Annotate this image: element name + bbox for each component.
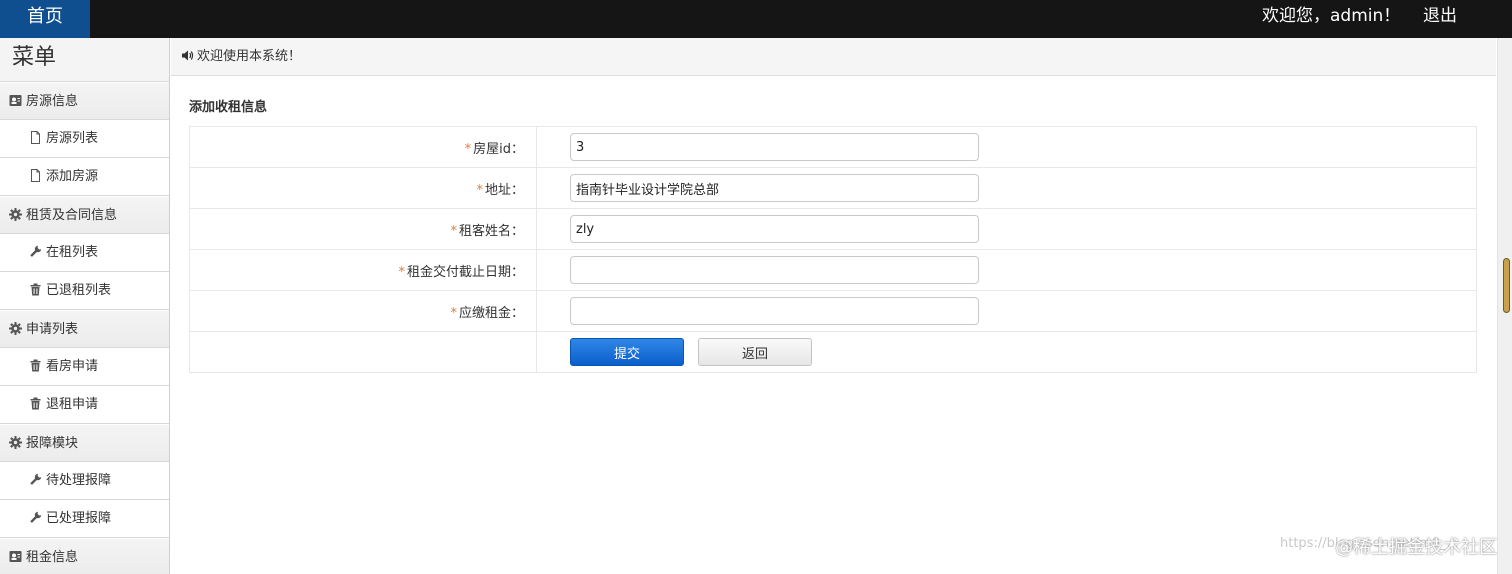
required-mark: * [464,141,472,157]
scrollbar-thumb[interactable] [1503,258,1510,313]
gear-icon [9,322,22,335]
menu-title: 菜单 [0,38,169,82]
rent-amount-input[interactable] [570,297,979,325]
contact-card-icon [9,95,22,106]
required-mark: * [476,182,483,198]
gear-icon [9,208,22,221]
sidebar-section-repairs[interactable]: 报障模块 [0,424,169,462]
sidebar-section-label: 租金信息 [26,550,79,565]
document-icon [31,131,40,144]
due-date-input[interactable] [570,256,979,284]
sidebar-item-active-leases[interactable]: 在租列表 [0,234,169,272]
welcome-bar: 欢迎使用本系统！ [171,38,1496,76]
wrench-icon [30,511,42,523]
field-label: 房屋id： [473,141,524,157]
sidebar-section-label: 房源信息 [26,94,79,109]
rent-form: *房屋id： *地址： *租客姓名： *租金交付截止日期： *应缴租金： 提交返… [189,126,1477,373]
sidebar-item-label: 退租申请 [46,397,99,412]
sidebar-item-listing-list[interactable]: 房源列表 [0,120,169,158]
trash-icon [30,359,41,372]
sidebar-item-termination-requests[interactable]: 退租申请 [0,386,169,424]
top-navbar: 首页 欢迎您，admin！ 退出 [0,0,1512,38]
sidebar-item-label: 待处理报障 [46,473,112,488]
wrench-icon [30,245,42,257]
sidebar-item-viewing-requests[interactable]: 看房申请 [0,348,169,386]
form-row-rent-amount: * 应缴租金： [189,290,1477,332]
contact-card-icon [9,551,22,562]
tenant-name-input[interactable] [570,215,979,243]
wrench-icon [30,473,42,485]
sidebar-section-applications[interactable]: 申请列表 [0,310,169,348]
sidebar-item-label: 看房申请 [46,359,99,374]
sidebar-item-add-listing[interactable]: 添加房源 [0,158,169,196]
sidebar-item-label: 已退租列表 [46,283,112,298]
sidebar-section-listings[interactable]: 房源信息 [0,82,169,120]
sidebar-item-label: 房源列表 [46,131,99,146]
sidebar: 菜单 房源信息 房源列表 添加房源 租赁及合同信息 在租列表 已退租列表 申请列… [0,38,170,574]
sidebar-item-ended-leases[interactable]: 已退租列表 [0,272,169,310]
form-row-due-date: * 租金交付截止日期： [189,249,1477,291]
back-button[interactable]: 返回 [698,338,812,366]
sidebar-section-rent[interactable]: 租金信息 [0,538,169,574]
watermark-brand: @稀土掘金技术社区 [1335,537,1497,558]
sidebar-section-label: 报障模块 [26,436,79,451]
speaker-icon [182,50,194,61]
home-tab[interactable]: 首页 [0,0,90,38]
gear-icon [9,436,22,449]
sidebar-item-resolved-repairs[interactable]: 已处理报障 [0,500,169,538]
field-label: 租金交付截止日期： [406,264,524,280]
form-title: 添加收租信息 [189,100,268,115]
welcome-user-text: 欢迎您，admin！ [1262,6,1401,26]
address-input[interactable] [570,174,979,202]
sidebar-section-label: 申请列表 [26,322,79,337]
submit-button[interactable]: 提交 [570,338,684,366]
sidebar-item-label: 添加房源 [46,169,99,184]
sidebar-item-pending-repairs[interactable]: 待处理报障 [0,462,169,500]
welcome-message: 欢迎使用本系统！ [197,49,302,64]
logout-link[interactable]: 退出 [1423,0,1457,38]
field-label: 应缴租金： [458,305,524,321]
field-label: 租客姓名： [458,223,524,239]
form-row-address: * 地址： [189,167,1477,209]
form-row-house-id: * 房屋id： [189,126,1477,168]
form-row-tenant-name: * 租客姓名： [189,208,1477,250]
house-id-input[interactable] [570,133,979,161]
required-mark: * [450,223,457,239]
required-mark: * [398,264,405,280]
form-row-actions: 提交 返回 [189,331,1477,373]
document-icon [31,169,40,182]
trash-icon [30,283,41,296]
sidebar-section-label: 租赁及合同信息 [26,208,118,223]
required-mark: * [450,305,457,321]
trash-icon [30,397,41,410]
sidebar-item-label: 在租列表 [46,245,99,260]
vertical-scrollbar[interactable] [1497,38,1512,574]
field-label: 地址： [484,182,524,198]
sidebar-item-label: 已处理报障 [46,511,112,526]
sidebar-section-leases[interactable]: 租赁及合同信息 [0,196,169,234]
